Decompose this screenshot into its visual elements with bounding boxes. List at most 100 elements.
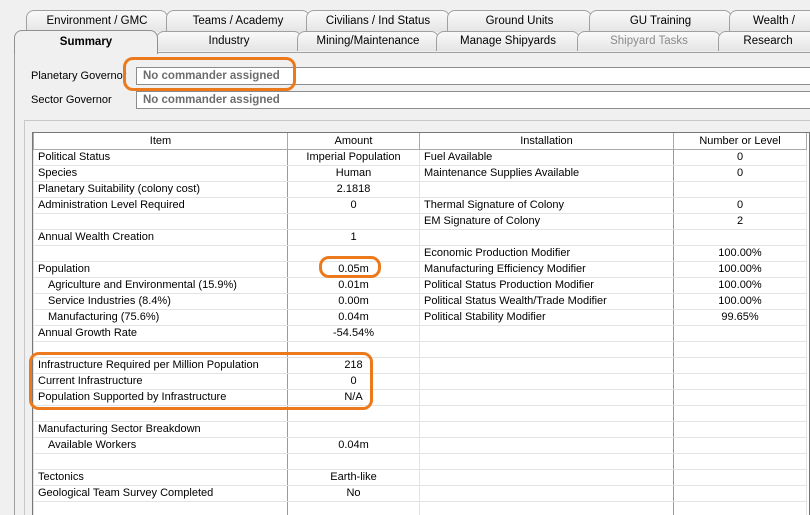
column-header-installation[interactable]: Installation <box>419 133 674 150</box>
cell-item: Annual Wealth Creation <box>33 228 288 246</box>
table-row[interactable]: Available Workers 0.04m <box>33 436 807 454</box>
tab-summary[interactable]: Summary <box>14 30 158 54</box>
cell-installation: EM Signature of Colony <box>419 212 674 230</box>
summary-table: Item Amount Installation Number or Level… <box>32 132 810 515</box>
table-row[interactable] <box>33 500 807 515</box>
table-row[interactable]: Tectonics Earth-like <box>33 468 807 486</box>
cell-item: Service Industries (8.4%) <box>33 292 288 310</box>
cell-number-or-level: 2 <box>673 212 807 230</box>
table-row[interactable]: Agriculture and Environmental (15.9%) 0.0… <box>33 276 807 294</box>
cell-installation <box>419 228 674 246</box>
cell-item: Manufacturing Sector Breakdown <box>33 420 288 438</box>
cell-item: Infrastructure Required per Million Popu… <box>33 356 288 374</box>
table-row[interactable]: Annual Wealth Creation 1 <box>33 228 807 246</box>
cell-item <box>33 404 288 422</box>
cell-installation: Manufacturing Efficiency Modifier <box>419 260 674 278</box>
sector-governor-field[interactable]: No commander assigned <box>136 91 810 109</box>
table-row[interactable]: Current Infrastructure 0 <box>33 372 807 390</box>
tab-research[interactable]: Research <box>718 31 810 51</box>
cell-amount: No <box>287 484 420 502</box>
table-row[interactable]: Species Human Maintenance Supplies Availab… <box>33 164 807 182</box>
tab-environment-gmc[interactable]: Environment / GMC <box>26 10 168 32</box>
cell-item: Geological Team Survey Completed <box>33 484 288 502</box>
cell-item: Tectonics <box>33 468 288 486</box>
column-header-number-or-level[interactable]: Number or Level <box>673 133 807 150</box>
cell-amount <box>287 452 420 470</box>
cell-amount: 0.01m <box>287 276 420 294</box>
cell-installation: Political Status Production Modifier <box>419 276 674 294</box>
cell-item: Annual Growth Rate <box>33 324 288 342</box>
cell-number-or-level <box>673 436 807 454</box>
cell-item: Planetary Suitability (colony cost) <box>33 180 288 198</box>
cell-installation <box>419 452 674 470</box>
column-header-amount[interactable]: Amount <box>287 133 420 150</box>
table-row[interactable]: Population 0.05m Manufacturing Efficiency … <box>33 260 807 278</box>
table-row[interactable]: Administration Level Required 0 Thermal Si… <box>33 196 807 214</box>
cell-number-or-level: 100.00% <box>673 292 807 310</box>
cell-number-or-level: 0 <box>673 148 807 166</box>
table-row[interactable]: Manufacturing Sector Breakdown <box>33 420 807 438</box>
cell-item: Population <box>33 260 288 278</box>
cell-amount: 0.05m <box>287 260 420 278</box>
table-row[interactable]: Economic Production Modifier 100.00% <box>33 244 807 262</box>
cell-number-or-level <box>673 388 807 406</box>
tab-shipyard-tasks: Shipyard Tasks <box>577 31 721 51</box>
cell-amount: -54.54% <box>287 324 420 342</box>
cell-installation: Political Stability Modifier <box>419 308 674 326</box>
cell-installation <box>419 340 674 358</box>
table-row[interactable]: Manufacturing (75.6%) 0.04m Political Stab… <box>33 308 807 326</box>
cell-installation <box>419 468 674 486</box>
tab-teams-academy[interactable]: Teams / Academy <box>166 10 310 32</box>
cell-number-or-level <box>673 500 807 515</box>
cell-item: Population Supported by Infrastructure <box>33 388 288 406</box>
cell-number-or-level: 99.65% <box>673 308 807 326</box>
cell-installation <box>419 180 674 198</box>
cell-amount: 0 <box>287 372 420 390</box>
planetary-governor-field[interactable]: No commander assigned <box>136 67 810 85</box>
tab-industry[interactable]: Industry <box>156 31 302 51</box>
table-row[interactable] <box>33 340 807 358</box>
cell-amount: N/A <box>287 388 420 406</box>
column-header-item[interactable]: Item <box>33 133 288 150</box>
cell-amount: 0.04m <box>287 436 420 454</box>
cell-amount: 0.00m <box>287 292 420 310</box>
cell-item <box>33 340 288 358</box>
tab-mining-maintenance[interactable]: Mining/Maintenance <box>297 31 439 51</box>
cell-amount <box>287 500 420 515</box>
table-row[interactable]: Planetary Suitability (colony cost) 2.181… <box>33 180 807 198</box>
tab-ground-units[interactable]: Ground Units <box>447 10 592 32</box>
table-row[interactable]: Geological Team Survey Completed No <box>33 484 807 502</box>
table-row[interactable]: Annual Growth Rate -54.54% <box>33 324 807 342</box>
table-row[interactable]: Population Supported by Infrastructure N/… <box>33 388 807 406</box>
table-row[interactable] <box>33 404 807 422</box>
cell-installation <box>419 372 674 390</box>
cell-installation: Political Status Wealth/Trade Modifier <box>419 292 674 310</box>
cell-installation <box>419 356 674 374</box>
cell-amount: 1 <box>287 228 420 246</box>
cell-installation: Fuel Available <box>419 148 674 166</box>
cell-number-or-level <box>673 404 807 422</box>
cell-number-or-level <box>673 356 807 374</box>
cell-amount: 0 <box>287 196 420 214</box>
table-row[interactable] <box>33 452 807 470</box>
sector-governor-label: Sector Governor <box>31 94 112 106</box>
cell-number-or-level <box>673 468 807 486</box>
tab-civilians-ind-status[interactable]: Civilians / Ind Status <box>306 10 450 32</box>
cell-amount <box>287 212 420 230</box>
cell-amount <box>287 244 420 262</box>
cell-number-or-level <box>673 452 807 470</box>
cell-item: Agriculture and Environmental (15.9%) <box>33 276 288 294</box>
tab-manage-shipyards[interactable]: Manage Shipyards <box>436 31 580 51</box>
table-row[interactable]: Political Status Imperial Population Fuel … <box>33 148 807 166</box>
cell-item: Current Infrastructure <box>33 372 288 390</box>
cell-number-or-level <box>673 372 807 390</box>
cell-amount: Earth-like <box>287 468 420 486</box>
table-row[interactable]: EM Signature of Colony 2 <box>33 212 807 230</box>
cell-installation <box>419 436 674 454</box>
table-row[interactable]: Infrastructure Required per Million Popu… <box>33 356 807 374</box>
cell-amount <box>287 420 420 438</box>
table-row[interactable]: Service Industries (8.4%) 0.00m Political … <box>33 292 807 310</box>
tab-gu-training[interactable]: GU Training <box>589 10 732 32</box>
cell-installation <box>419 404 674 422</box>
tab-wealth[interactable]: Wealth / <box>729 10 810 32</box>
